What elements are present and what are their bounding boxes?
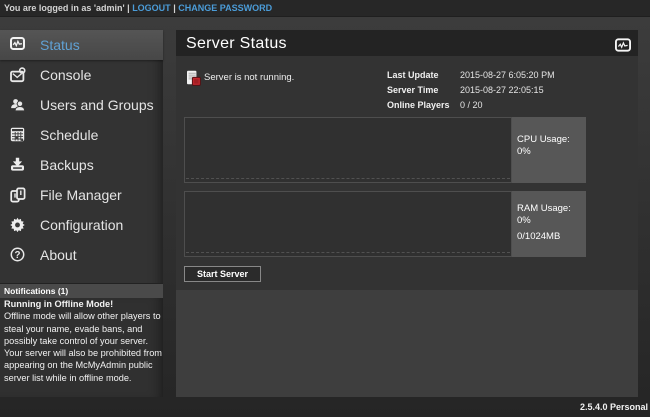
- svg-text:?: ?: [15, 250, 21, 261]
